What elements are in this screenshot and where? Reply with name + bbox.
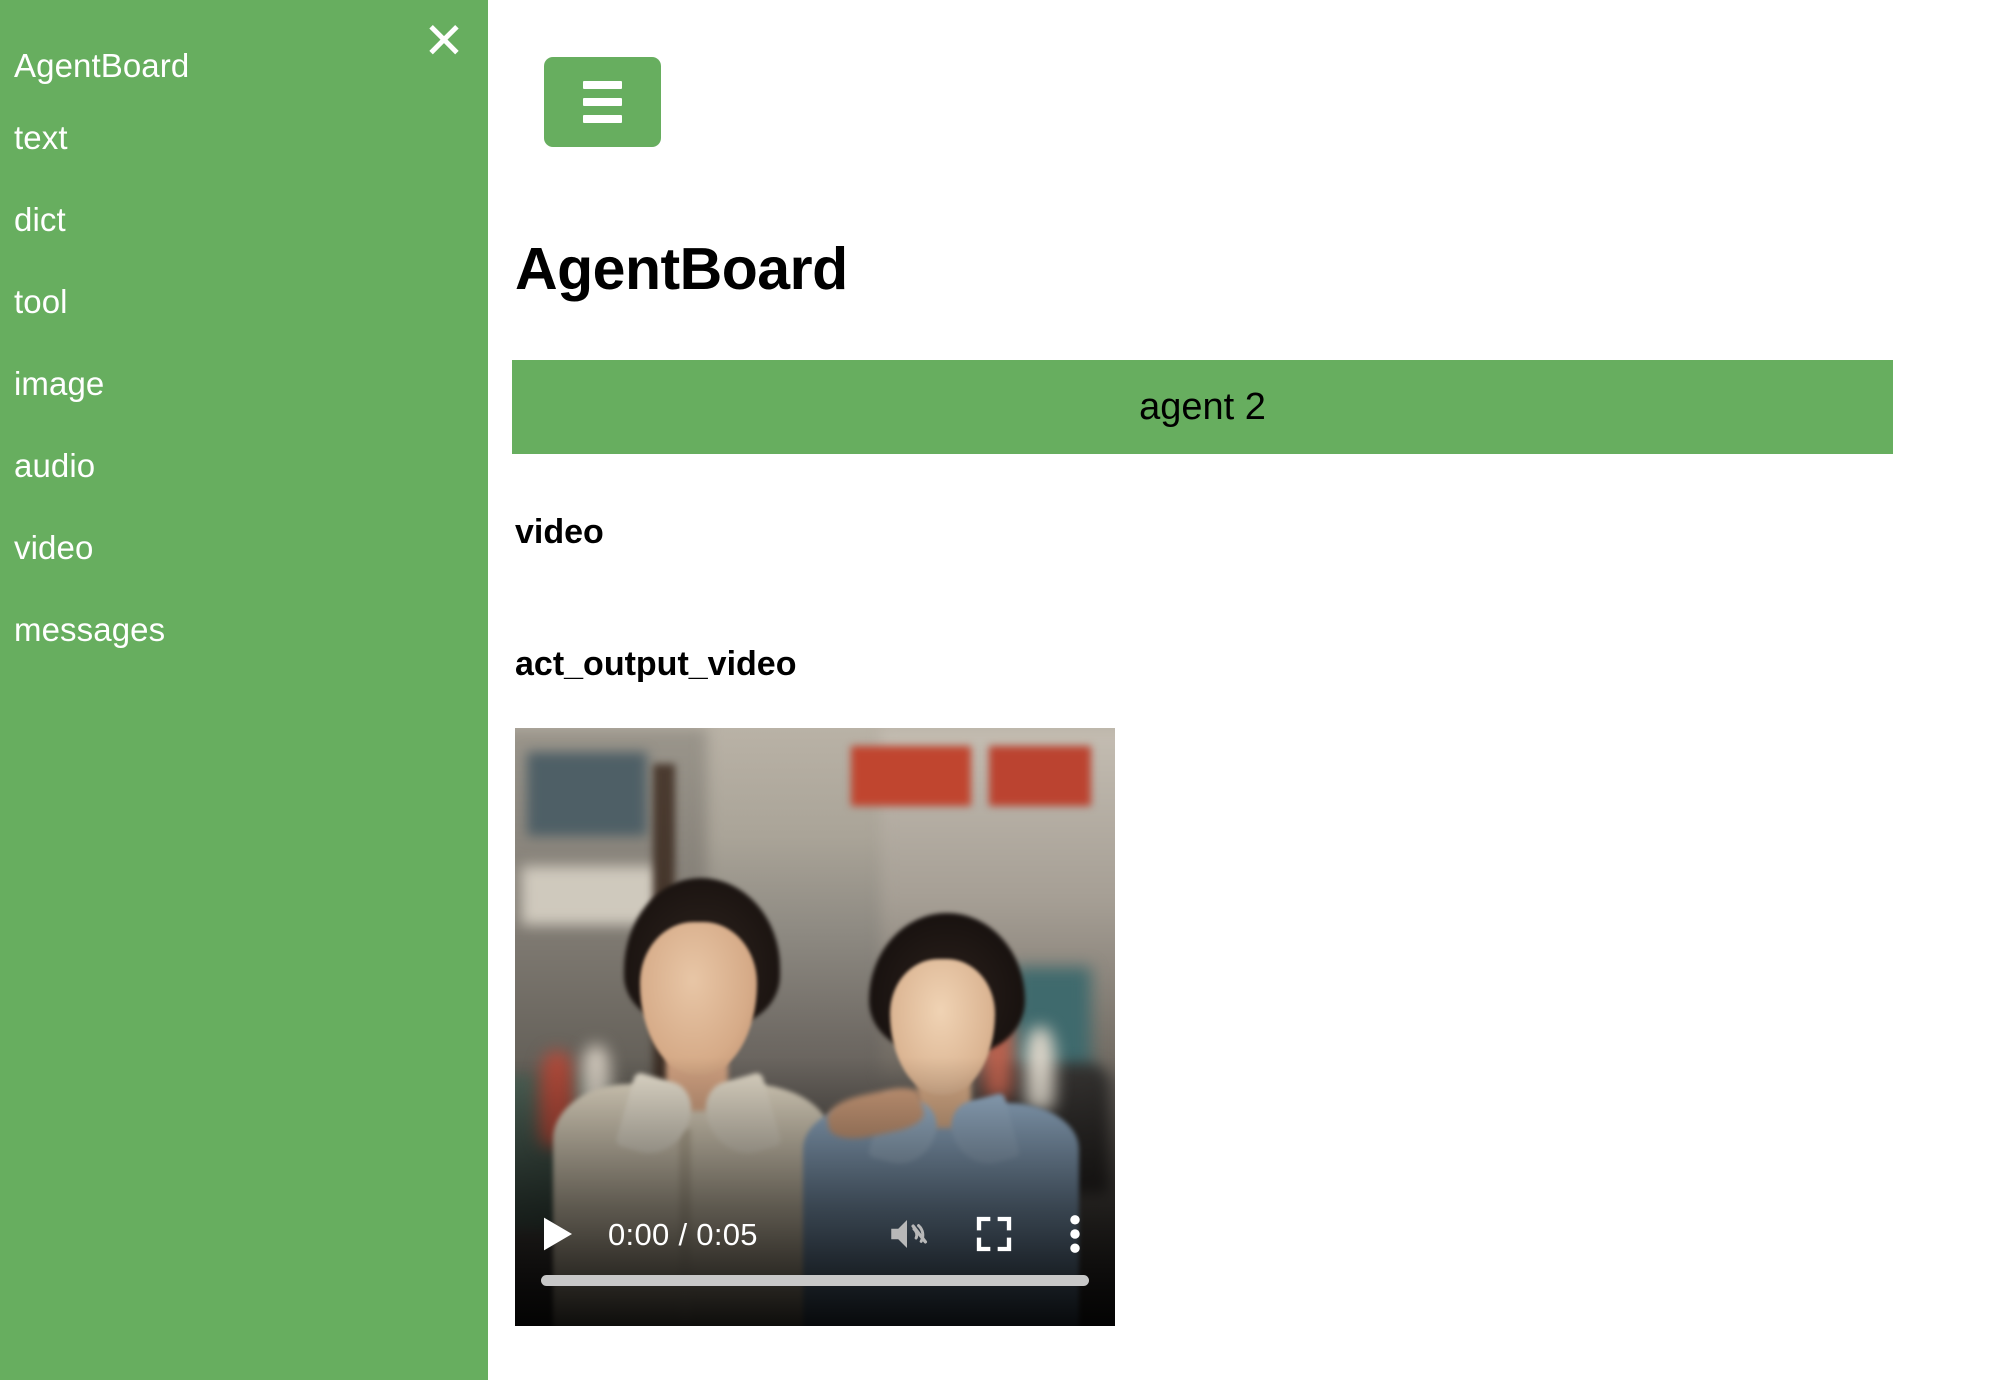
- main-content: AgentBoard agent 2 video act_output_vide…: [488, 0, 1992, 1380]
- sidebar-item-agentboard[interactable]: AgentBoard: [0, 30, 488, 96]
- sidebar-nav-list: AgentBoard text dict tool image audio vi…: [0, 30, 488, 670]
- more-options-icon: [1070, 1215, 1080, 1253]
- play-icon: [544, 1217, 572, 1251]
- video-controls-bar: 0:00 / 0:05: [515, 1176, 1115, 1326]
- mute-button[interactable]: [881, 1212, 933, 1256]
- sidebar-item-label: AgentBoard: [14, 46, 190, 84]
- sidebar-item-label: image: [14, 364, 105, 402]
- sidebar-item-audio[interactable]: audio: [0, 424, 488, 506]
- sidebar-item-text[interactable]: text: [0, 96, 488, 178]
- sidebar-item-label: text: [14, 118, 68, 156]
- sidebar-item-label: messages: [14, 610, 166, 648]
- fullscreen-icon: [976, 1216, 1012, 1252]
- play-button[interactable]: [541, 1213, 575, 1255]
- sidebar-item-label: tool: [14, 282, 68, 320]
- more-options-button[interactable]: [1063, 1213, 1087, 1255]
- close-icon: [429, 25, 459, 55]
- sidebar-item-label: video: [14, 528, 94, 566]
- sidebar: AgentBoard text dict tool image audio vi…: [0, 0, 488, 1380]
- sidebar-item-label: audio: [14, 446, 96, 484]
- agentboard-app: AgentBoard text dict tool image audio vi…: [0, 0, 1992, 1380]
- agent-tab-agent-2[interactable]: agent 2: [512, 360, 1893, 454]
- video-progress-scrubber[interactable]: [541, 1275, 1089, 1286]
- agent-tab-label: agent 2: [1139, 386, 1266, 428]
- sidebar-close-button[interactable]: [422, 16, 466, 60]
- sidebar-item-messages[interactable]: messages: [0, 588, 488, 670]
- sidebar-item-image[interactable]: image: [0, 342, 488, 424]
- hamburger-bar: [583, 98, 622, 106]
- section-heading-act-output-video: act_output_video: [515, 645, 797, 683]
- time-display: 0:00 / 0:05: [608, 1216, 758, 1252]
- section-heading-video: video: [515, 513, 604, 551]
- hamburger-bar: [583, 81, 622, 89]
- hamburger-icon: [583, 81, 622, 123]
- fullscreen-button[interactable]: [973, 1213, 1015, 1255]
- sidebar-item-label: dict: [14, 200, 66, 238]
- sidebar-item-dict[interactable]: dict: [0, 178, 488, 260]
- video-player[interactable]: 0:00 / 0:05: [515, 728, 1115, 1326]
- video-controls-row: 0:00 / 0:05: [515, 1202, 1115, 1266]
- sidebar-item-video[interactable]: video: [0, 506, 488, 588]
- hamburger-bar: [583, 115, 622, 123]
- sidebar-toggle-button[interactable]: [544, 57, 661, 147]
- sidebar-item-tool[interactable]: tool: [0, 260, 488, 342]
- muted-volume-icon: [891, 1220, 928, 1248]
- page-title: AgentBoard: [515, 236, 848, 302]
